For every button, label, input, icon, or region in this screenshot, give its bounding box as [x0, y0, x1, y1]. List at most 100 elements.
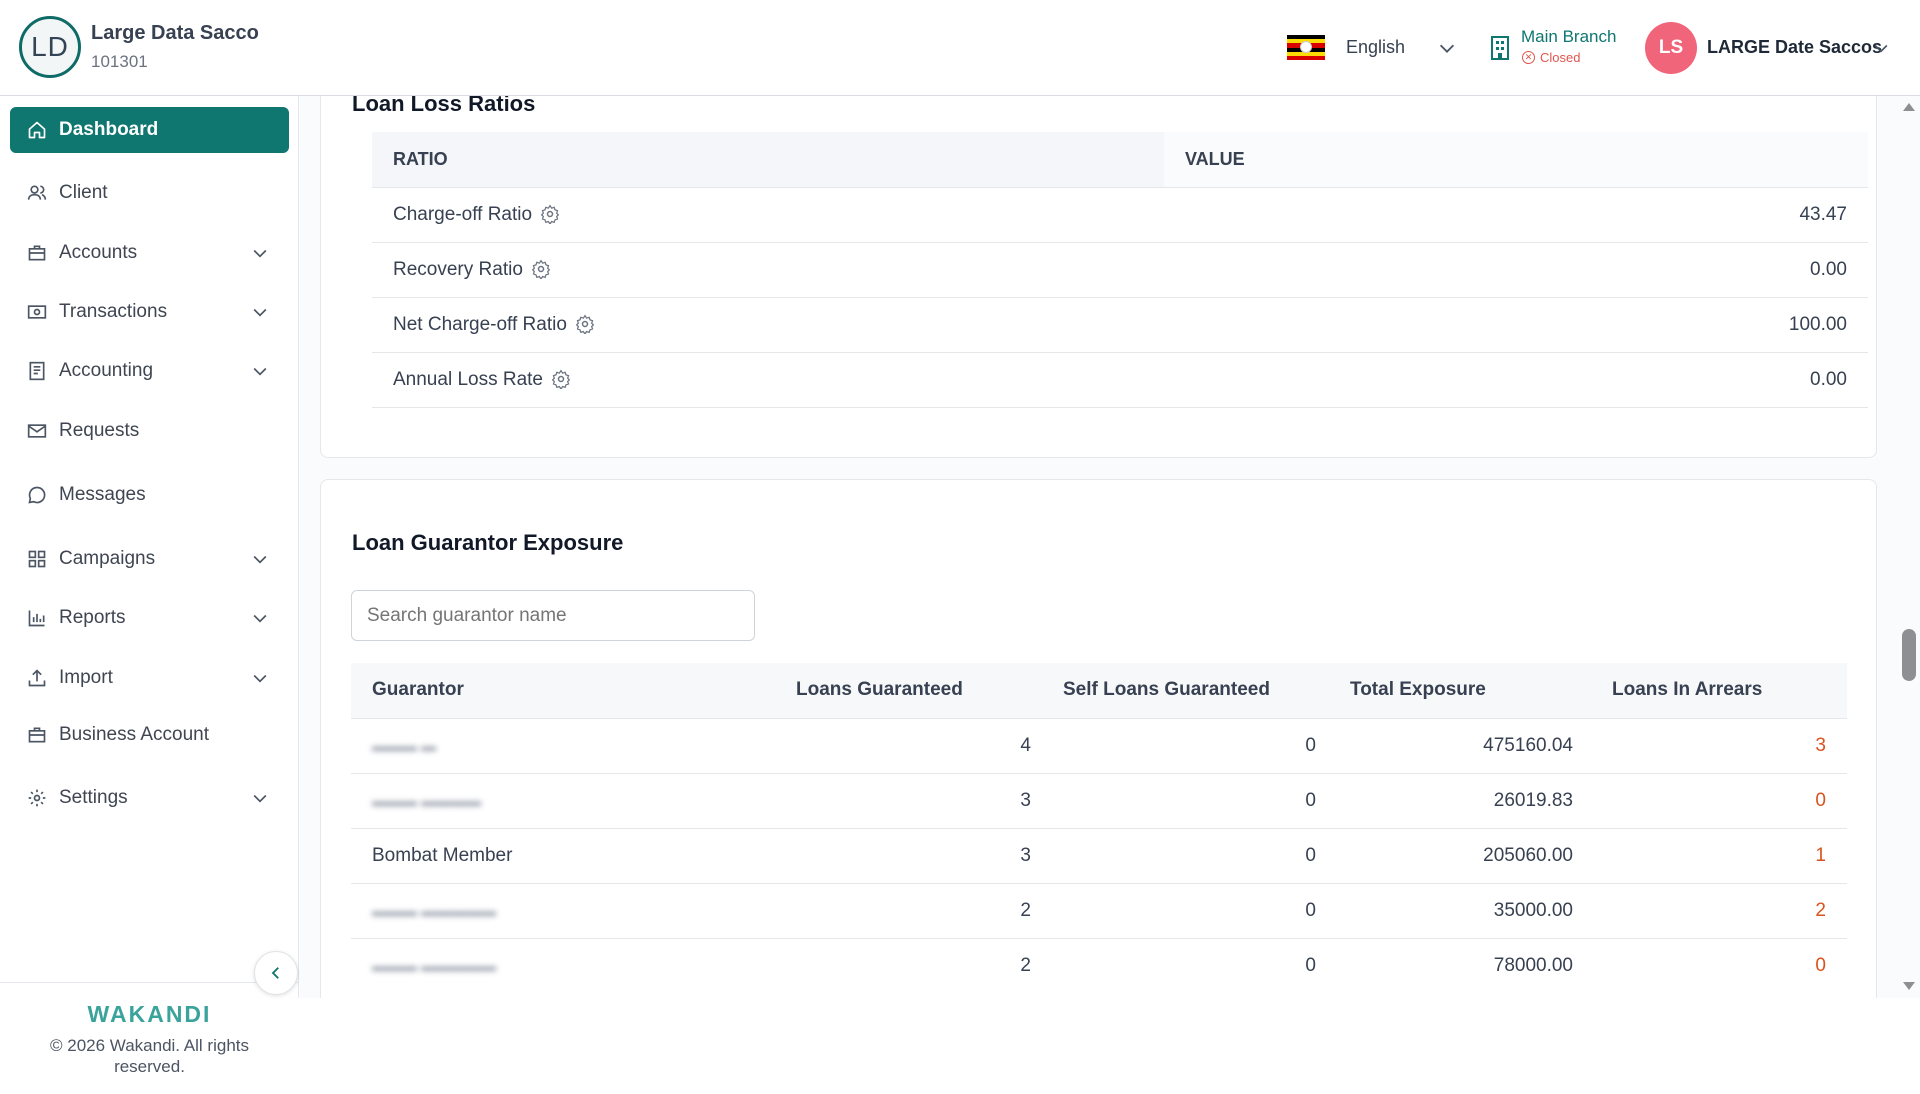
home-icon: [26, 119, 48, 141]
loans-guaranteed: 4: [781, 717, 1049, 773]
scroll-down-arrow-icon[interactable]: [1903, 982, 1915, 990]
ratio-value: 0.00: [1164, 351, 1868, 408]
total-exposure: 205060.00: [1331, 827, 1588, 883]
guarantor-name: ▬▬▬ ▬▬▬▬▬: [351, 882, 781, 938]
gear-icon[interactable]: [551, 369, 571, 390]
section-title: Loan Guarantor Exposure: [352, 530, 624, 555]
column-header[interactable]: Guarantor: [351, 663, 781, 718]
ratio-name: Recovery Ratio: [393, 258, 523, 280]
loans-in-arrears: 0: [1588, 937, 1847, 993]
self-loans-guaranteed: 0: [1049, 937, 1331, 993]
ratio-name: Annual Loss Rate: [393, 368, 543, 390]
table-row[interactable]: Bombat Member 3 0 205060.00 1: [351, 827, 1847, 883]
chevron-left-icon: [271, 967, 279, 979]
table-row: Annual Loss Rate 0.00: [372, 351, 1868, 408]
loans-guaranteed: 2: [781, 937, 1049, 993]
loans-in-arrears: 3: [1588, 717, 1847, 773]
grid-icon: [26, 548, 48, 570]
sidebar-item-label: Reports: [59, 607, 126, 628]
section-title: Loan Loss Ratios: [352, 96, 536, 116]
sidebar-item-label: Import: [59, 667, 113, 688]
scrollbar-thumb[interactable]: [1902, 629, 1916, 681]
chevron-down-icon[interactable]: [250, 361, 270, 381]
table-row[interactable]: ▬▬▬ ▬ 4 0 475160.04 3: [351, 717, 1847, 773]
chevron-down-icon[interactable]: [1871, 38, 1891, 58]
guarantor-table: Guarantor Loans Guaranteed Self Loans Gu…: [351, 663, 1847, 993]
org-avatar[interactable]: LD: [19, 16, 81, 78]
upload-icon: [26, 667, 48, 689]
loans-guaranteed: 3: [781, 772, 1049, 828]
column-header[interactable]: Loans Guaranteed: [781, 663, 1049, 718]
close-circle-icon: ✕: [1522, 51, 1535, 64]
sidebar-item-requests[interactable]: Requests: [10, 408, 289, 454]
branch-name[interactable]: Main Branch: [1521, 27, 1616, 47]
wakandi-logo: WAKANDI: [87, 1001, 212, 1027]
ratio-name: Charge-off Ratio: [393, 203, 533, 225]
ratio-name-cell: Net Charge-off Ratio: [372, 296, 1164, 352]
loans-in-arrears: 1: [1588, 827, 1847, 883]
sidebar-item-label: Business Account: [59, 724, 209, 745]
table-row: Net Charge-off Ratio 100.00: [372, 296, 1868, 352]
collapse-sidebar-button[interactable]: [254, 951, 298, 995]
sidebar-item-client[interactable]: Client: [10, 170, 289, 216]
gear-icon[interactable]: [531, 259, 551, 280]
ratio-value: 100.00: [1164, 296, 1868, 352]
org-code: 101301: [91, 52, 148, 71]
mail-icon: [26, 420, 48, 442]
redacted-name: ▬▬▬ ▬▬▬▬▬: [372, 957, 497, 975]
sidebar-item-reports[interactable]: Reports: [10, 595, 289, 641]
language-selector[interactable]: English: [1346, 37, 1405, 58]
redacted-name: ▬▬▬ ▬▬▬▬▬: [372, 902, 497, 920]
self-loans-guaranteed: 0: [1049, 772, 1331, 828]
table-row[interactable]: ▬▬▬ ▬▬▬▬ 3 0 26019.83 0: [351, 772, 1847, 828]
sidebar-item-business-account[interactable]: Business Account: [10, 712, 289, 758]
chevron-down-icon[interactable]: [250, 302, 270, 322]
chevron-down-icon[interactable]: [250, 243, 270, 263]
sidebar-footer: WAKANDI © 2026 Wakandi. All rights reser…: [0, 982, 299, 1094]
user-avatar[interactable]: LS: [1645, 22, 1697, 74]
column-header[interactable]: Self Loans Guaranteed: [1049, 663, 1331, 718]
scroll-up-arrow-icon[interactable]: [1903, 103, 1915, 111]
self-loans-guaranteed: 0: [1049, 717, 1331, 773]
uganda-flag-icon[interactable]: [1287, 35, 1325, 61]
sidebar: Dashboard Client Accounts Transactions A…: [0, 96, 299, 1076]
sidebar-item-transactions[interactable]: Transactions: [10, 289, 289, 335]
sidebar-item-label: Messages: [59, 484, 146, 505]
column-header[interactable]: Loans In Arrears: [1588, 663, 1847, 718]
sidebar-item-accounts[interactable]: Accounts: [10, 230, 289, 276]
guarantor-name: Bombat Member: [351, 827, 781, 883]
sidebar-item-messages[interactable]: Messages: [10, 472, 289, 518]
sidebar-item-settings[interactable]: Settings: [10, 775, 289, 821]
sidebar-item-dashboard[interactable]: Dashboard: [10, 107, 289, 153]
sidebar-item-campaigns[interactable]: Campaigns: [10, 536, 289, 582]
loans-guaranteed: 2: [781, 882, 1049, 938]
ratio-name: Net Charge-off Ratio: [393, 313, 567, 335]
sidebar-item-import[interactable]: Import: [10, 655, 289, 701]
table-row: Charge-off Ratio 43.47: [372, 186, 1868, 242]
chevron-down-icon[interactable]: [1436, 37, 1458, 59]
branch-status-badge: ✕ Closed: [1522, 50, 1580, 65]
sidebar-item-label: Accounting: [59, 360, 154, 381]
guarantor-name: ▬▬▬ ▬▬▬▬▬: [351, 937, 781, 993]
self-loans-guaranteed: 0: [1049, 827, 1331, 883]
table-row[interactable]: ▬▬▬ ▬▬▬▬▬ 2 0 35000.00 2: [351, 882, 1847, 938]
ratio-name-cell: Charge-off Ratio: [372, 186, 1164, 242]
gear-icon[interactable]: [540, 204, 560, 225]
table-row[interactable]: ▬▬▬ ▬▬▬▬▬ 2 0 78000.00 0: [351, 937, 1847, 993]
sidebar-item-label: Settings: [59, 787, 128, 808]
chevron-down-icon[interactable]: [250, 608, 270, 628]
user-name[interactable]: LARGE Date Saccos: [1707, 37, 1882, 58]
briefcase-icon: [26, 242, 48, 264]
chevron-down-icon[interactable]: [250, 668, 270, 688]
chevron-down-icon[interactable]: [250, 788, 270, 808]
gear-icon[interactable]: [575, 314, 595, 335]
page-scrollbar[interactable]: [1900, 96, 1920, 998]
guarantor-search-input[interactable]: [351, 590, 755, 641]
chevron-down-icon[interactable]: [250, 549, 270, 569]
sidebar-item-accounting[interactable]: Accounting: [10, 348, 289, 394]
column-header[interactable]: Total Exposure: [1331, 663, 1588, 718]
copyright-text: © 2026 Wakandi. All rights reserved.: [50, 1036, 249, 1076]
guarantor-name: ▬▬▬ ▬▬▬▬: [351, 772, 781, 828]
total-exposure: 26019.83: [1331, 772, 1588, 828]
sidebar-item-label: Dashboard: [59, 119, 159, 140]
